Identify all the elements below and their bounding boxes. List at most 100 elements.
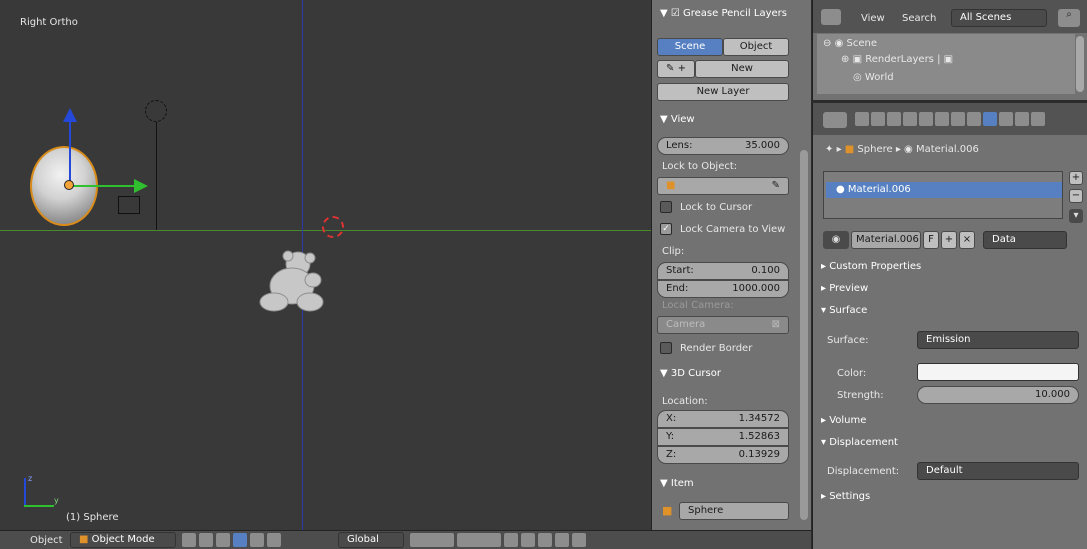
physics-tab-icon[interactable] [1031, 112, 1045, 126]
lock-camera-checkbox[interactable]: ✓ Lock Camera to View [660, 223, 785, 235]
object-tab[interactable]: Object [723, 38, 789, 56]
add-slot-button[interactable]: + [1069, 171, 1083, 185]
lock-object-field[interactable]: ■ ✎ [657, 177, 789, 195]
tree-item-scene[interactable]: ⊖ ◉ Scene [823, 38, 877, 49]
object-menu[interactable]: Object [30, 535, 63, 546]
lamp-object[interactable] [145, 100, 167, 122]
viewport-shading-icon[interactable] [182, 533, 196, 547]
search-menu[interactable]: Search [902, 13, 936, 24]
displacement-section[interactable]: ▾ Displacement [821, 433, 1079, 453]
color-swatch[interactable] [917, 363, 1079, 381]
layer-buttons[interactable] [410, 533, 454, 547]
lens-field[interactable]: Lens: 35.000 [657, 137, 789, 155]
layer-buttons-2[interactable] [457, 533, 501, 547]
camera-render-icon[interactable] [572, 533, 586, 547]
link-dropdown[interactable]: Data [983, 231, 1067, 249]
cursor-x-field[interactable]: X: 1.34572 [657, 410, 789, 428]
outliner-scrollbar[interactable] [1076, 36, 1084, 92]
display-mode-dropdown[interactable]: All Scenes [951, 9, 1047, 27]
shading-controls [182, 533, 281, 547]
displacement-dropdown[interactable]: Default [917, 462, 1079, 480]
scale-icon[interactable] [267, 533, 281, 547]
color-label: Color: [837, 368, 867, 379]
view-menu[interactable]: View [861, 13, 885, 24]
surface-label: Surface: [827, 335, 869, 346]
unlink-material-button[interactable]: × [959, 231, 975, 249]
world-tab-icon[interactable] [903, 112, 917, 126]
render-tab-icon[interactable] [855, 112, 869, 126]
camera-object[interactable] [118, 196, 140, 214]
layers-tab-icon[interactable] [871, 112, 885, 126]
mode-dropdown[interactable]: ■ Object Mode [70, 532, 176, 548]
y-gizmo-arrowhead [134, 179, 148, 193]
view-header[interactable]: ▼ View [652, 110, 802, 132]
surface-section[interactable]: ▾ Surface [821, 301, 1079, 321]
material-slot-item[interactable]: ● Material.006 [826, 182, 1062, 198]
data-tab-icon[interactable] [967, 112, 981, 126]
search-icon[interactable]: ⌕ [1058, 9, 1080, 27]
surface-shader-dropdown[interactable]: Emission [917, 331, 1079, 349]
render-icon[interactable] [555, 533, 569, 547]
snap-icon[interactable] [521, 533, 535, 547]
custom-properties-section[interactable]: ▸ Custom Properties [821, 257, 1079, 277]
new-material-button[interactable]: + [941, 231, 957, 249]
editor-type-icon[interactable] [823, 112, 847, 128]
fake-user-button[interactable]: F [923, 231, 939, 249]
new-layer-button[interactable]: New Layer [657, 83, 789, 101]
rotate-icon[interactable] [250, 533, 264, 547]
material-browse-icon[interactable]: ◉ [823, 231, 849, 249]
volume-section[interactable]: ▸ Volume [821, 411, 1079, 431]
grease-pencil-header[interactable]: ▼ ☑ Grease Pencil Layers [652, 4, 802, 26]
constraints-tab-icon[interactable] [935, 112, 949, 126]
y-gizmo-arrow[interactable] [70, 185, 136, 187]
manipulator-toggle-icon[interactable] [216, 533, 230, 547]
location-label: Location: [662, 396, 708, 407]
object-tab-icon[interactable] [919, 112, 933, 126]
properties-editor: ✦ ▸ ■ Sphere ▸ ◉ Material.006 ● Material… [812, 103, 1087, 549]
proportional-edit-icon[interactable] [504, 533, 518, 547]
mini-z-label: z [28, 474, 33, 483]
eyedropper-icon[interactable]: ✎ [772, 178, 780, 194]
cursor-y-field[interactable]: Y: 1.52863 [657, 428, 789, 446]
scene-tab-icon[interactable] [887, 112, 901, 126]
slot-menu-button[interactable]: ▾ [1069, 209, 1083, 223]
translate-icon[interactable] [233, 533, 247, 547]
material-tab-icon[interactable] [983, 112, 997, 126]
cursor-z-field[interactable]: Z: 0.13929 [657, 446, 789, 464]
strength-field[interactable]: 10.000 [917, 386, 1079, 404]
strength-label: Strength: [837, 390, 884, 401]
clear-icon[interactable]: ⊠ [772, 317, 780, 333]
3d-cursor[interactable] [322, 216, 344, 238]
modifiers-tab-icon[interactable] [951, 112, 965, 126]
orientation-dropdown[interactable]: Global [338, 532, 404, 548]
tree-item-renderlayers[interactable]: ⊕ ▣ RenderLayers | ▣ [841, 54, 953, 65]
pencil-icon[interactable]: ✎ + [657, 60, 695, 78]
scene-tab[interactable]: Scene [657, 38, 723, 56]
panel-scrollbar[interactable] [800, 150, 808, 520]
3d-viewport[interactable]: Right Ortho z y (1) Sphere [0, 0, 651, 530]
pivot-point-icon[interactable] [199, 533, 213, 547]
lock-to-cursor-checkbox[interactable]: Lock to Cursor [660, 201, 752, 213]
settings-section[interactable]: ▸ Settings [821, 487, 1079, 507]
new-button[interactable]: New [695, 60, 789, 78]
editor-type-icon[interactable] [821, 9, 841, 25]
clip-start-field[interactable]: Start: 0.100 [657, 262, 789, 280]
tree-item-world[interactable]: ◎ World [853, 72, 894, 83]
preview-section[interactable]: ▸ Preview [821, 279, 1079, 299]
clip-end-field[interactable]: End: 1000.000 [657, 280, 789, 298]
3d-cursor-header[interactable]: ▼ 3D Cursor [652, 364, 802, 386]
item-header[interactable]: ▼ Item [652, 474, 802, 496]
world-icon: ◎ [853, 72, 862, 83]
outliner-header: View Search All Scenes ⌕ [813, 0, 1087, 33]
remove-slot-button[interactable]: − [1069, 189, 1083, 203]
texture-tab-icon[interactable] [999, 112, 1013, 126]
local-camera-field[interactable]: Camera ⊠ [657, 316, 789, 334]
pin-icon[interactable]: ✦ [825, 144, 833, 155]
bear-mesh[interactable] [258, 250, 328, 314]
item-name-field[interactable]: Sphere [679, 502, 789, 520]
render-border-checkbox[interactable]: Render Border [660, 342, 752, 354]
material-slots-list[interactable]: ● Material.006 [823, 171, 1063, 219]
snap-target-icon[interactable] [538, 533, 552, 547]
particles-tab-icon[interactable] [1015, 112, 1029, 126]
material-name-field[interactable]: Material.006 [851, 231, 921, 249]
